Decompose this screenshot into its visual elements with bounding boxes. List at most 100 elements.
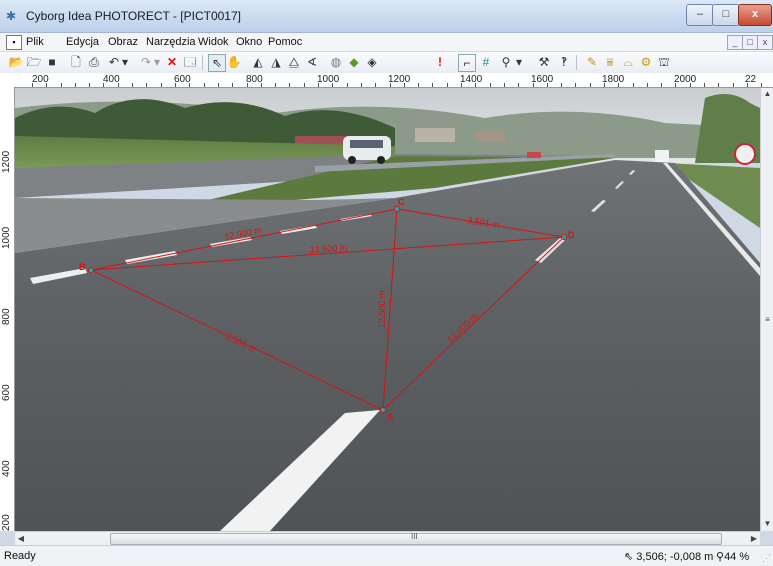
measure-icon[interactable]: ⩸ bbox=[602, 54, 618, 70]
gear-icon[interactable]: ⚙ bbox=[638, 54, 654, 70]
mirror-icon[interactable]: ⧋ bbox=[286, 54, 302, 70]
scroll-grip-icon: III bbox=[411, 532, 418, 541]
perspective-icon[interactable]: ◭ bbox=[250, 54, 266, 70]
vertical-ruler: 1200 1000 800 600 400 200 bbox=[0, 87, 15, 531]
toolbar: 📂 🗁 ■ 🗋 ⎙ ↶ ▾ ↷ ▾ ✕ 🗔 ⇖ ✋ ◭ ◮ ⧋ ∢ ◍ ◆ ◈ … bbox=[0, 52, 773, 74]
menu-okno[interactable]: Okno bbox=[236, 36, 262, 48]
ruler-label: 1000 bbox=[317, 74, 340, 85]
menu-narzedzia[interactable]: Narzędzia bbox=[146, 36, 196, 48]
ruler-tick bbox=[146, 83, 147, 87]
menu-widok[interactable]: Widok bbox=[198, 36, 229, 48]
ruler-label: 1800 bbox=[602, 74, 625, 85]
print-icon[interactable]: ⎙ bbox=[86, 54, 102, 70]
ruler-tick bbox=[189, 83, 190, 87]
select-icon[interactable]: ⇖ bbox=[208, 54, 226, 72]
dome-icon[interactable]: ⌓ bbox=[620, 54, 636, 70]
mdi-restore-button[interactable]: □ bbox=[742, 35, 758, 50]
point-d[interactable] bbox=[561, 234, 567, 240]
ruler-tick bbox=[590, 83, 591, 87]
window-title: Cyborg Idea PHOTORECT - [PICT0017] bbox=[26, 9, 241, 23]
undo-dropdown-icon[interactable]: ▾ bbox=[120, 54, 130, 70]
resize-grip-icon[interactable]: ⋰ bbox=[762, 553, 771, 564]
minimize-button[interactable]: – bbox=[686, 4, 714, 26]
zoom-value: 44 % bbox=[724, 551, 750, 563]
scroll-right-icon[interactable]: ▶ bbox=[748, 532, 760, 545]
scroll-down-icon[interactable]: ▼ bbox=[761, 518, 773, 530]
ruler-tick bbox=[761, 83, 762, 87]
circle-icon[interactable]: ◍ bbox=[328, 54, 344, 70]
print-preview-icon[interactable]: 🗋 bbox=[68, 54, 84, 70]
ruler-tick bbox=[432, 83, 433, 87]
frame-icon[interactable]: ⌐ bbox=[458, 54, 476, 72]
save-icon[interactable]: ■ bbox=[44, 54, 60, 70]
horizontal-ruler: 200 400 600 800 1000 1200 1400 1600 1800… bbox=[0, 73, 773, 88]
ruler-tick bbox=[461, 83, 462, 87]
ruler-tick bbox=[332, 83, 333, 87]
ruler-tick bbox=[347, 83, 348, 87]
ruler-tick bbox=[447, 83, 448, 87]
document-icon[interactable]: ▪ bbox=[6, 35, 22, 50]
open-icon[interactable]: 📂 bbox=[8, 54, 24, 70]
redo-dropdown-icon[interactable]: ▾ bbox=[152, 54, 162, 70]
zoom-readout: ⚲44 % bbox=[716, 550, 749, 563]
car-wheel bbox=[377, 156, 385, 164]
ruler-tick bbox=[103, 83, 104, 87]
warning-icon[interactable]: ! bbox=[432, 54, 448, 70]
ruler-label: 800 bbox=[1, 308, 12, 325]
pencil-icon[interactable]: ✎ bbox=[584, 54, 600, 70]
scroll-grip-icon[interactable]: ≡ bbox=[761, 314, 773, 326]
horizontal-scrollbar[interactable]: ◀ III ▶ bbox=[15, 531, 760, 545]
building bbox=[475, 132, 505, 142]
ruler-tick bbox=[661, 83, 662, 87]
ruler-tick bbox=[161, 83, 162, 87]
ruler-tick bbox=[32, 83, 33, 87]
menu-pomoc[interactable]: Pomoc bbox=[268, 36, 302, 48]
ruler-tick bbox=[490, 83, 491, 87]
vertical-scrollbar[interactable]: ▲ ≡ ▼ bbox=[760, 88, 773, 531]
car-window bbox=[350, 140, 383, 148]
ruler-tick bbox=[575, 83, 576, 87]
save-as-icon[interactable]: 🗁 bbox=[26, 54, 42, 70]
properties-icon[interactable]: 🗔 bbox=[182, 54, 198, 70]
road-photo[interactable]: B C D A 12,000 m 3,501 m 12,500 m 3,501 … bbox=[15, 88, 760, 531]
point-a[interactable] bbox=[380, 407, 386, 413]
point-c[interactable] bbox=[394, 206, 400, 212]
zoom-icon[interactable]: ⚲ bbox=[498, 54, 514, 70]
ruler-tick bbox=[618, 83, 619, 87]
ruler-tick bbox=[232, 83, 233, 87]
ruler-tick bbox=[218, 83, 219, 87]
ruler-tick bbox=[475, 83, 476, 87]
ruler-tick bbox=[118, 83, 119, 87]
menu-obraz[interactable]: Obraz bbox=[108, 36, 138, 48]
grid-icon[interactable]: # bbox=[478, 54, 494, 70]
status-bar: Ready ⇖ 3,506; -0,008 m ⚲44 % ⋰ bbox=[0, 545, 773, 566]
zoom-dropdown-icon[interactable]: ▾ bbox=[514, 54, 524, 70]
scroll-left-icon[interactable]: ◀ bbox=[15, 532, 27, 545]
hand-icon[interactable]: ✋ bbox=[226, 54, 242, 70]
shape-icon[interactable]: ◈ bbox=[364, 54, 380, 70]
stamp-icon[interactable]: ⛫ bbox=[656, 54, 672, 70]
tools-icon[interactable]: ⚒ bbox=[536, 54, 552, 70]
menu-plik[interactable]: Plik bbox=[26, 36, 44, 48]
close-button[interactable]: x bbox=[738, 4, 772, 26]
ruler-label: 1400 bbox=[460, 74, 483, 85]
rectify-icon[interactable]: ◮ bbox=[268, 54, 284, 70]
ruler-tick bbox=[247, 83, 248, 87]
horizontal-scroll-thumb[interactable]: III bbox=[110, 532, 722, 545]
scroll-up-icon[interactable]: ▲ bbox=[761, 88, 773, 100]
menu-edycja[interactable]: Edycja bbox=[66, 36, 99, 48]
point-b[interactable] bbox=[88, 267, 94, 273]
point-label-d: D bbox=[568, 230, 575, 240]
mdi-close-button[interactable]: x bbox=[757, 35, 773, 50]
maximize-button[interactable]: □ bbox=[712, 4, 740, 26]
car-wheel bbox=[348, 156, 356, 164]
mdi-minimize-button[interactable]: _ bbox=[727, 35, 743, 50]
ruler-tick bbox=[89, 83, 90, 87]
ruler-label: 2000 bbox=[674, 74, 697, 85]
angle-icon[interactable]: ∢ bbox=[304, 54, 320, 70]
photo-canvas[interactable]: B C D A 12,000 m 3,501 m 12,500 m 3,501 … bbox=[15, 88, 760, 531]
delete-icon[interactable]: ✕ bbox=[164, 54, 180, 70]
help-icon[interactable]: ‽ bbox=[556, 54, 572, 70]
zoom-icon: ⚲ bbox=[716, 551, 725, 563]
map-icon[interactable]: ◆ bbox=[346, 54, 362, 70]
